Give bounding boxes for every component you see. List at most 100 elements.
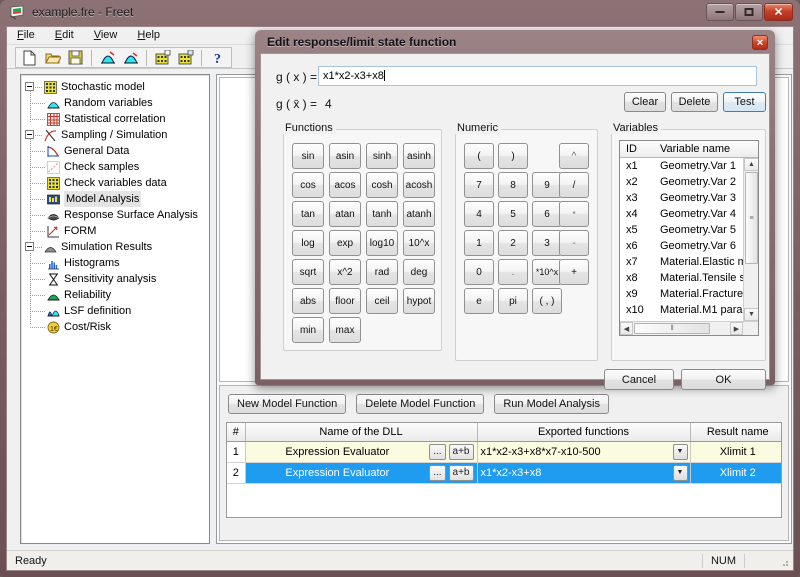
- num-times10pow-button[interactable]: *10^x: [532, 259, 562, 285]
- clear-button[interactable]: Clear: [624, 92, 666, 112]
- tree-node-check-variables-data[interactable]: Check variables data: [21, 175, 209, 191]
- fn-log-button[interactable]: log: [292, 230, 324, 256]
- scroll-left-icon[interactable]: ◀: [620, 322, 633, 335]
- fn-ceil-button[interactable]: ceil: [366, 288, 398, 314]
- fn-max-button[interactable]: max: [329, 317, 361, 343]
- fn-log10-button[interactable]: log10: [366, 230, 398, 256]
- num-4-button[interactable]: 4: [464, 201, 494, 227]
- edit-expression-button[interactable]: a+b: [448, 443, 474, 460]
- fn-exp-button[interactable]: exp: [329, 230, 361, 256]
- list-item[interactable]: x2 Geometry.Var 2: [620, 174, 743, 190]
- fn-acos-button[interactable]: acos: [329, 172, 361, 198]
- tree-node-random-variables[interactable]: Random variables: [21, 95, 209, 111]
- fn-sin-button[interactable]: sin: [292, 143, 324, 169]
- fn-asinh-button[interactable]: asinh: [403, 143, 435, 169]
- fn-acosh-button[interactable]: acosh: [403, 172, 435, 198]
- dll-name-cell[interactable]: Expression Evaluator ... a+b: [245, 441, 478, 463]
- list-item[interactable]: x9 Material.Fracture e: [620, 286, 743, 302]
- chevron-down-icon[interactable]: ▼: [672, 443, 688, 460]
- table-row[interactable]: 1 Expression Evaluator ... a+b x1*x2-x3+…: [227, 441, 781, 463]
- horizontal-scroll-thumb[interactable]: ⦀: [634, 323, 710, 334]
- random-variables-2-icon[interactable]: [120, 48, 141, 67]
- expression-input[interactable]: x1*x2-x3+x8: [318, 66, 757, 86]
- exported-function-cell[interactable]: x1*x2-x3+x8*x7-x10-500 ▼: [477, 441, 691, 463]
- fn-min-button[interactable]: min: [292, 317, 324, 343]
- variables-listview[interactable]: ID Variable name x1 Geometry.Var 1 x2 Geom…: [619, 140, 759, 336]
- expander-minus-icon[interactable]: [25, 130, 34, 139]
- fn-cos-button[interactable]: cos: [292, 172, 324, 198]
- fn-hypot-button[interactable]: hypot: [403, 288, 435, 314]
- delete-model-function-button[interactable]: Delete Model Function: [356, 394, 485, 414]
- num-decimal-button[interactable]: .: [498, 259, 528, 285]
- dialog-close-button[interactable]: ✕: [752, 35, 768, 50]
- navigation-tree[interactable]: Stochastic model Random variables Statis…: [20, 74, 210, 544]
- num-plus-button[interactable]: +: [559, 259, 589, 285]
- fn-abs-button[interactable]: abs: [292, 288, 324, 314]
- col-header-result-name[interactable]: Result name: [690, 423, 781, 442]
- fn-tan-button[interactable]: tan: [292, 201, 324, 227]
- tree-node-sensitivity-analysis[interactable]: Sensitivity analysis: [21, 271, 209, 287]
- fn-rad-button[interactable]: rad: [366, 259, 398, 285]
- tree-node-cost-risk[interactable]: 1€ Cost/Risk: [21, 319, 209, 335]
- num-5-button[interactable]: 5: [498, 201, 528, 227]
- scroll-up-icon[interactable]: ▲: [744, 158, 758, 171]
- menu-file[interactable]: File: [7, 27, 45, 43]
- cancel-button[interactable]: Cancel: [604, 369, 674, 390]
- col-header-number[interactable]: #: [227, 423, 246, 442]
- tree-node-histograms[interactable]: Histograms: [21, 255, 209, 271]
- random-variables-icon[interactable]: [97, 48, 118, 67]
- new-icon[interactable]: [19, 48, 40, 67]
- tree-node-reliability[interactable]: Reliability: [21, 287, 209, 303]
- close-button[interactable]: ✕: [764, 3, 793, 21]
- num-comma-pair-button[interactable]: ( , ): [532, 288, 562, 314]
- save-floppy-icon[interactable]: [65, 48, 86, 67]
- list-item[interactable]: x6 Geometry.Var 6: [620, 238, 743, 254]
- exported-function-cell[interactable]: x1*x2-x3+x8 ▼: [477, 462, 691, 484]
- fn-atan-button[interactable]: atan: [329, 201, 361, 227]
- tree-node-check-samples[interactable]: Check samples: [21, 159, 209, 175]
- fn-tanh-button[interactable]: tanh: [366, 201, 398, 227]
- new-model-function-button[interactable]: New Model Function: [228, 394, 347, 414]
- fn-floor-button[interactable]: floor: [329, 288, 361, 314]
- num-9-button[interactable]: 9: [532, 172, 562, 198]
- var-col-name[interactable]: Variable name: [660, 143, 730, 155]
- chevron-down-icon[interactable]: ▼: [672, 464, 688, 481]
- tree-node-sampling-simulation[interactable]: Sampling / Simulation: [21, 127, 209, 143]
- num-0-button[interactable]: 0: [464, 259, 494, 285]
- grid-data-2-icon[interactable]: [175, 48, 196, 67]
- test-button[interactable]: Test: [723, 92, 766, 112]
- list-item[interactable]: x8 Material.Tensile str: [620, 270, 743, 286]
- tree-node-statistical-correlation[interactable]: Statistical correlation: [21, 111, 209, 127]
- num-multiply-button[interactable]: *: [559, 201, 589, 227]
- scroll-right-icon[interactable]: ▶: [730, 322, 743, 335]
- result-name-cell[interactable]: Xlimit 1: [690, 441, 781, 463]
- fn-sinh-button[interactable]: sinh: [366, 143, 398, 169]
- fn-cosh-button[interactable]: cosh: [366, 172, 398, 198]
- fn-sqrt-button[interactable]: sqrt: [292, 259, 324, 285]
- expander-minus-icon[interactable]: [25, 242, 34, 251]
- list-item[interactable]: x1 Geometry.Var 1: [620, 158, 743, 174]
- menu-edit[interactable]: Edit: [45, 27, 84, 43]
- fn-10powx-button[interactable]: 10^x: [403, 230, 435, 256]
- browse-dll-button[interactable]: ...: [429, 464, 446, 481]
- delete-button[interactable]: Delete: [671, 92, 718, 112]
- tree-node-form[interactable]: FORM: [21, 223, 209, 239]
- tree-node-general-data[interactable]: General Data: [21, 143, 209, 159]
- num-power-button[interactable]: ^: [559, 143, 589, 169]
- browse-dll-button[interactable]: ...: [429, 443, 446, 460]
- expander-minus-icon[interactable]: [25, 82, 34, 91]
- variables-horizontal-scrollbar[interactable]: ◀ ⦀ ▶: [620, 321, 758, 335]
- num-2-button[interactable]: 2: [498, 230, 528, 256]
- var-col-id[interactable]: ID: [626, 143, 637, 155]
- minimize-button[interactable]: [706, 3, 734, 21]
- num-e-button[interactable]: e: [464, 288, 494, 314]
- list-item[interactable]: x4 Geometry.Var 4: [620, 206, 743, 222]
- tree-node-model-analysis[interactable]: Model Analysis: [21, 191, 209, 207]
- fn-atanh-button[interactable]: atanh: [403, 201, 435, 227]
- scroll-down-icon[interactable]: ▼: [744, 308, 758, 321]
- num-8-button[interactable]: 8: [498, 172, 528, 198]
- vertical-scroll-thumb[interactable]: ≡: [745, 172, 758, 264]
- col-header-dll-name[interactable]: Name of the DLL: [245, 423, 478, 442]
- num-7-button[interactable]: 7: [464, 172, 494, 198]
- fn-asin-button[interactable]: asin: [329, 143, 361, 169]
